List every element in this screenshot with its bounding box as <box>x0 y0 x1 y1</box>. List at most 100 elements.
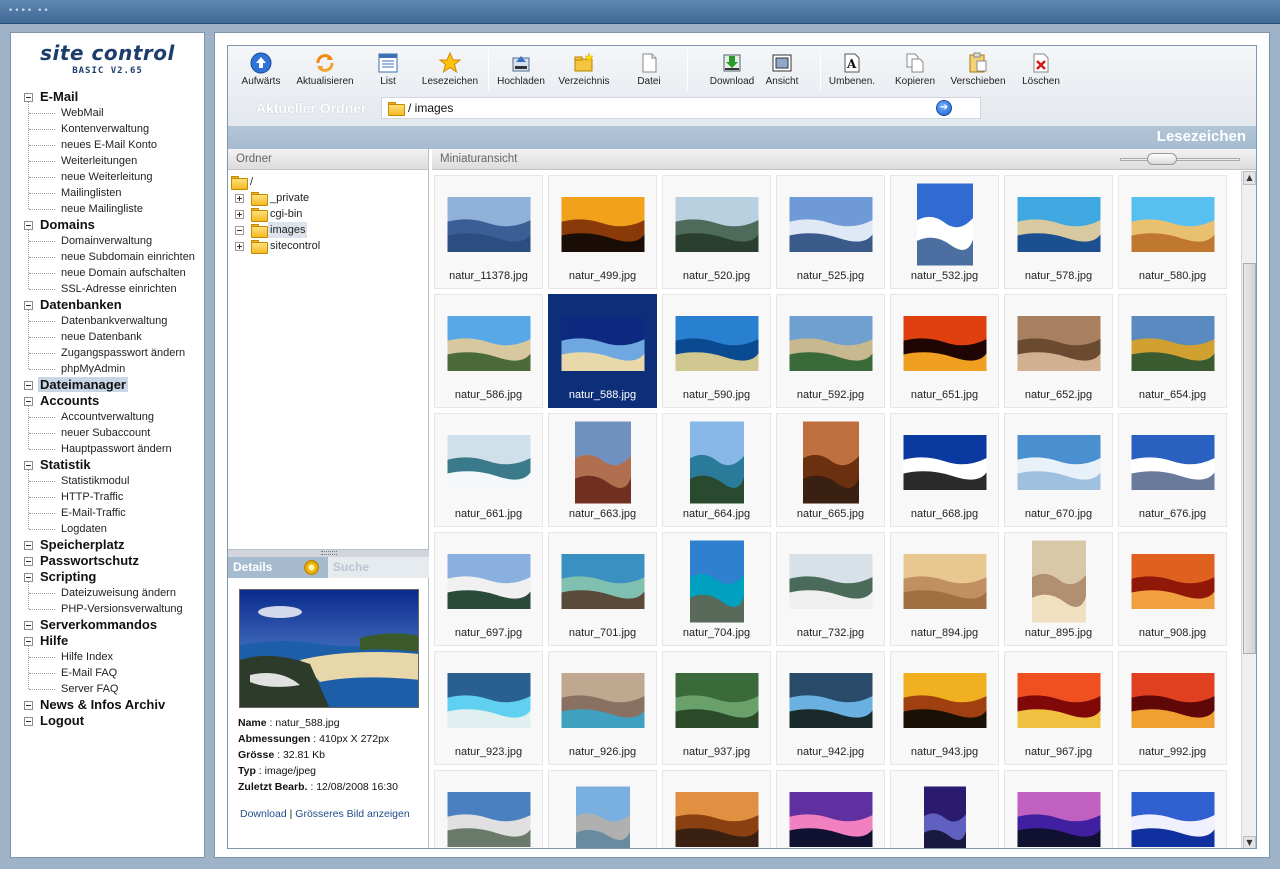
nav-item-http-traffic[interactable]: HTTP-Traffic <box>11 489 204 505</box>
thumbnail-cell[interactable]: natur_668.jpg <box>890 413 999 527</box>
nav-item-dateizuweisung-ndern[interactable]: Dateizuweisung ändern <box>11 585 204 601</box>
nav-item-neue-domain-aufschalten[interactable]: neue Domain aufschalten <box>11 265 204 281</box>
toolbar-list-button[interactable]: List <box>374 52 402 92</box>
nav-item-e-mail-faq[interactable]: E-Mail FAQ <box>11 665 204 681</box>
collapse-toggle-icon[interactable] <box>24 381 33 390</box>
thumbnail-cell[interactable] <box>890 770 999 848</box>
nav-item-zugangspasswort-ndern[interactable]: Zugangspasswort ändern <box>11 345 204 361</box>
toolbar-upload-button[interactable]: Hochladen <box>494 52 548 92</box>
nav-heading-dateimanager[interactable]: Dateimanager <box>11 377 204 393</box>
collapse-toggle-icon[interactable] <box>24 573 33 582</box>
thumbnail-cell[interactable]: natur_590.jpg <box>662 294 771 408</box>
thumbnail-cell[interactable]: natur_525.jpg <box>776 175 885 289</box>
tree-folder-images[interactable]: images <box>228 222 428 238</box>
nav-item-phpmyadmin[interactable]: phpMyAdmin <box>11 361 204 377</box>
nav-item-neue-subdomain-einrichten[interactable]: neue Subdomain einrichten <box>11 249 204 265</box>
nav-heading-accounts[interactable]: Accounts <box>11 393 204 409</box>
thumbnail-cell[interactable] <box>1004 770 1113 848</box>
thumbnail-cell[interactable]: natur_992.jpg <box>1118 651 1227 765</box>
thumbnail-cell[interactable]: natur_11378.jpg <box>434 175 543 289</box>
nav-item-statistikmodul[interactable]: Statistikmodul <box>11 473 204 489</box>
nav-heading-passwortschutz[interactable]: Passwortschutz <box>11 553 204 569</box>
nav-item-kontenverwaltung[interactable]: Kontenverwaltung <box>11 121 204 137</box>
tree-root[interactable]: / <box>228 174 428 190</box>
thumbnail-cell[interactable]: natur_943.jpg <box>890 651 999 765</box>
nav-heading-datenbanken[interactable]: Datenbanken <box>11 297 204 313</box>
scroll-thumb[interactable] <box>1243 263 1256 654</box>
collapse-toggle-icon[interactable] <box>24 93 33 102</box>
nav-item-mailinglisten[interactable]: Mailinglisten <box>11 185 204 201</box>
toolbar-refresh-button[interactable]: Aktualisieren <box>293 52 357 92</box>
thumbnail-cell[interactable]: natur_499.jpg <box>548 175 657 289</box>
thumbnail-cell[interactable]: natur_651.jpg <box>890 294 999 408</box>
tree-folder-private[interactable]: _private <box>228 190 428 206</box>
collapse-toggle-icon[interactable] <box>24 221 33 230</box>
thumbnail-cell[interactable]: natur_652.jpg <box>1004 294 1113 408</box>
thumbnail-cell[interactable]: natur_732.jpg <box>776 532 885 646</box>
thumbnail-cell[interactable]: natur_661.jpg <box>434 413 543 527</box>
toolbar-bookmarks-button[interactable]: Lesezeichen <box>420 51 480 92</box>
nav-item-php-versionsverwaltung[interactable]: PHP-Versionsverwaltung <box>11 601 204 617</box>
thumbnail-cell[interactable]: natur_670.jpg <box>1004 413 1113 527</box>
toolbar-rename-button[interactable]: A Umbenen. <box>826 52 878 92</box>
toolbar-delete-button[interactable]: Löschen <box>1020 52 1062 92</box>
tree-folder-sitecontrol[interactable]: sitecontrol <box>228 238 428 254</box>
nav-item-datenbankverwaltung[interactable]: Datenbankverwaltung <box>11 313 204 329</box>
nav-heading-statistik[interactable]: Statistik <box>11 457 204 473</box>
expand-icon[interactable] <box>235 242 244 251</box>
nav-item-weiterleitungen[interactable]: Weiterleitungen <box>11 153 204 169</box>
toolbar-copy-button[interactable]: Kopieren <box>892 52 938 92</box>
expand-icon[interactable] <box>235 194 244 203</box>
expand-icon[interactable] <box>235 210 244 219</box>
thumbnail-cell[interactable]: natur_908.jpg <box>1118 532 1227 646</box>
thumbnail-cell[interactable]: natur_704.jpg <box>662 532 771 646</box>
nav-heading-scripting[interactable]: Scripting <box>11 569 204 585</box>
collapse-toggle-icon[interactable] <box>24 461 33 470</box>
thumbnail-cell[interactable]: natur_923.jpg <box>434 651 543 765</box>
thumbnail-cell[interactable] <box>548 770 657 848</box>
thumbnail-cell[interactable]: natur_967.jpg <box>1004 651 1113 765</box>
nav-item-ssl-adresse-einrichten[interactable]: SSL-Adresse einrichten <box>11 281 204 297</box>
thumbnail-cell[interactable]: natur_580.jpg <box>1118 175 1227 289</box>
collapse-toggle-icon[interactable] <box>24 541 33 550</box>
collapse-toggle-icon[interactable] <box>24 621 33 630</box>
gear-icon[interactable] <box>304 560 319 575</box>
tab-search[interactable]: Suche <box>328 557 429 578</box>
thumbnail-cell[interactable] <box>776 770 885 848</box>
nav-heading-domains[interactable]: Domains <box>11 217 204 233</box>
thumbnail-cell[interactable]: natur_578.jpg <box>1004 175 1113 289</box>
vertical-scrollbar[interactable]: ▲ ▼ <box>1241 171 1256 848</box>
scroll-up-icon[interactable]: ▲ <box>1243 171 1256 185</box>
panel-splitter[interactable] <box>228 549 429 557</box>
thumbnail-cell[interactable]: natur_586.jpg <box>434 294 543 408</box>
collapse-toggle-icon[interactable] <box>24 637 33 646</box>
nav-item-neue-datenbank[interactable]: neue Datenbank <box>11 329 204 345</box>
nav-heading-serverkommandos[interactable]: Serverkommandos <box>11 617 204 633</box>
nav-heading-speicherplatz[interactable]: Speicherplatz <box>11 537 204 553</box>
nav-item-hilfe-index[interactable]: Hilfe Index <box>11 649 204 665</box>
toolbar-up-button[interactable]: Aufwärts <box>241 52 281 92</box>
thumbnail-cell[interactable] <box>1118 770 1227 848</box>
thumbnail-cell[interactable]: natur_663.jpg <box>548 413 657 527</box>
nav-item-neue-mailingliste[interactable]: neue Mailingliste <box>11 201 204 217</box>
zoom-knob[interactable] <box>1147 153 1177 165</box>
bookmark-bar[interactable]: Lesezeichen <box>228 126 1256 149</box>
nav-item-hauptpasswort-ndern[interactable]: Hauptpasswort ändern <box>11 441 204 457</box>
nav-item-neues-e-mail-konto[interactable]: neues E-Mail Konto <box>11 137 204 153</box>
thumbnail-cell[interactable]: natur_926.jpg <box>548 651 657 765</box>
toolbar-move-button[interactable]: Verschieben <box>948 52 1008 92</box>
toolbar-newfile-button[interactable]: Datei <box>634 52 664 92</box>
thumbnail-cell[interactable]: natur_895.jpg <box>1004 532 1113 646</box>
nav-heading-logout[interactable]: Logout <box>11 713 204 729</box>
go-arrow-icon[interactable]: ➔ <box>936 100 952 116</box>
thumbnail-cell[interactable] <box>662 770 771 848</box>
thumbnail-cell[interactable]: natur_592.jpg <box>776 294 885 408</box>
thumbnail-cell[interactable] <box>434 770 543 848</box>
thumbnail-cell[interactable]: natur_665.jpg <box>776 413 885 527</box>
collapse-toggle-icon[interactable] <box>24 717 33 726</box>
scroll-down-icon[interactable]: ▼ <box>1243 836 1256 848</box>
collapse-toggle-icon[interactable] <box>24 701 33 710</box>
thumbnail-cell[interactable]: natur_697.jpg <box>434 532 543 646</box>
thumbnail-cell[interactable]: natur_701.jpg <box>548 532 657 646</box>
nav-heading-hilfe[interactable]: Hilfe <box>11 633 204 649</box>
